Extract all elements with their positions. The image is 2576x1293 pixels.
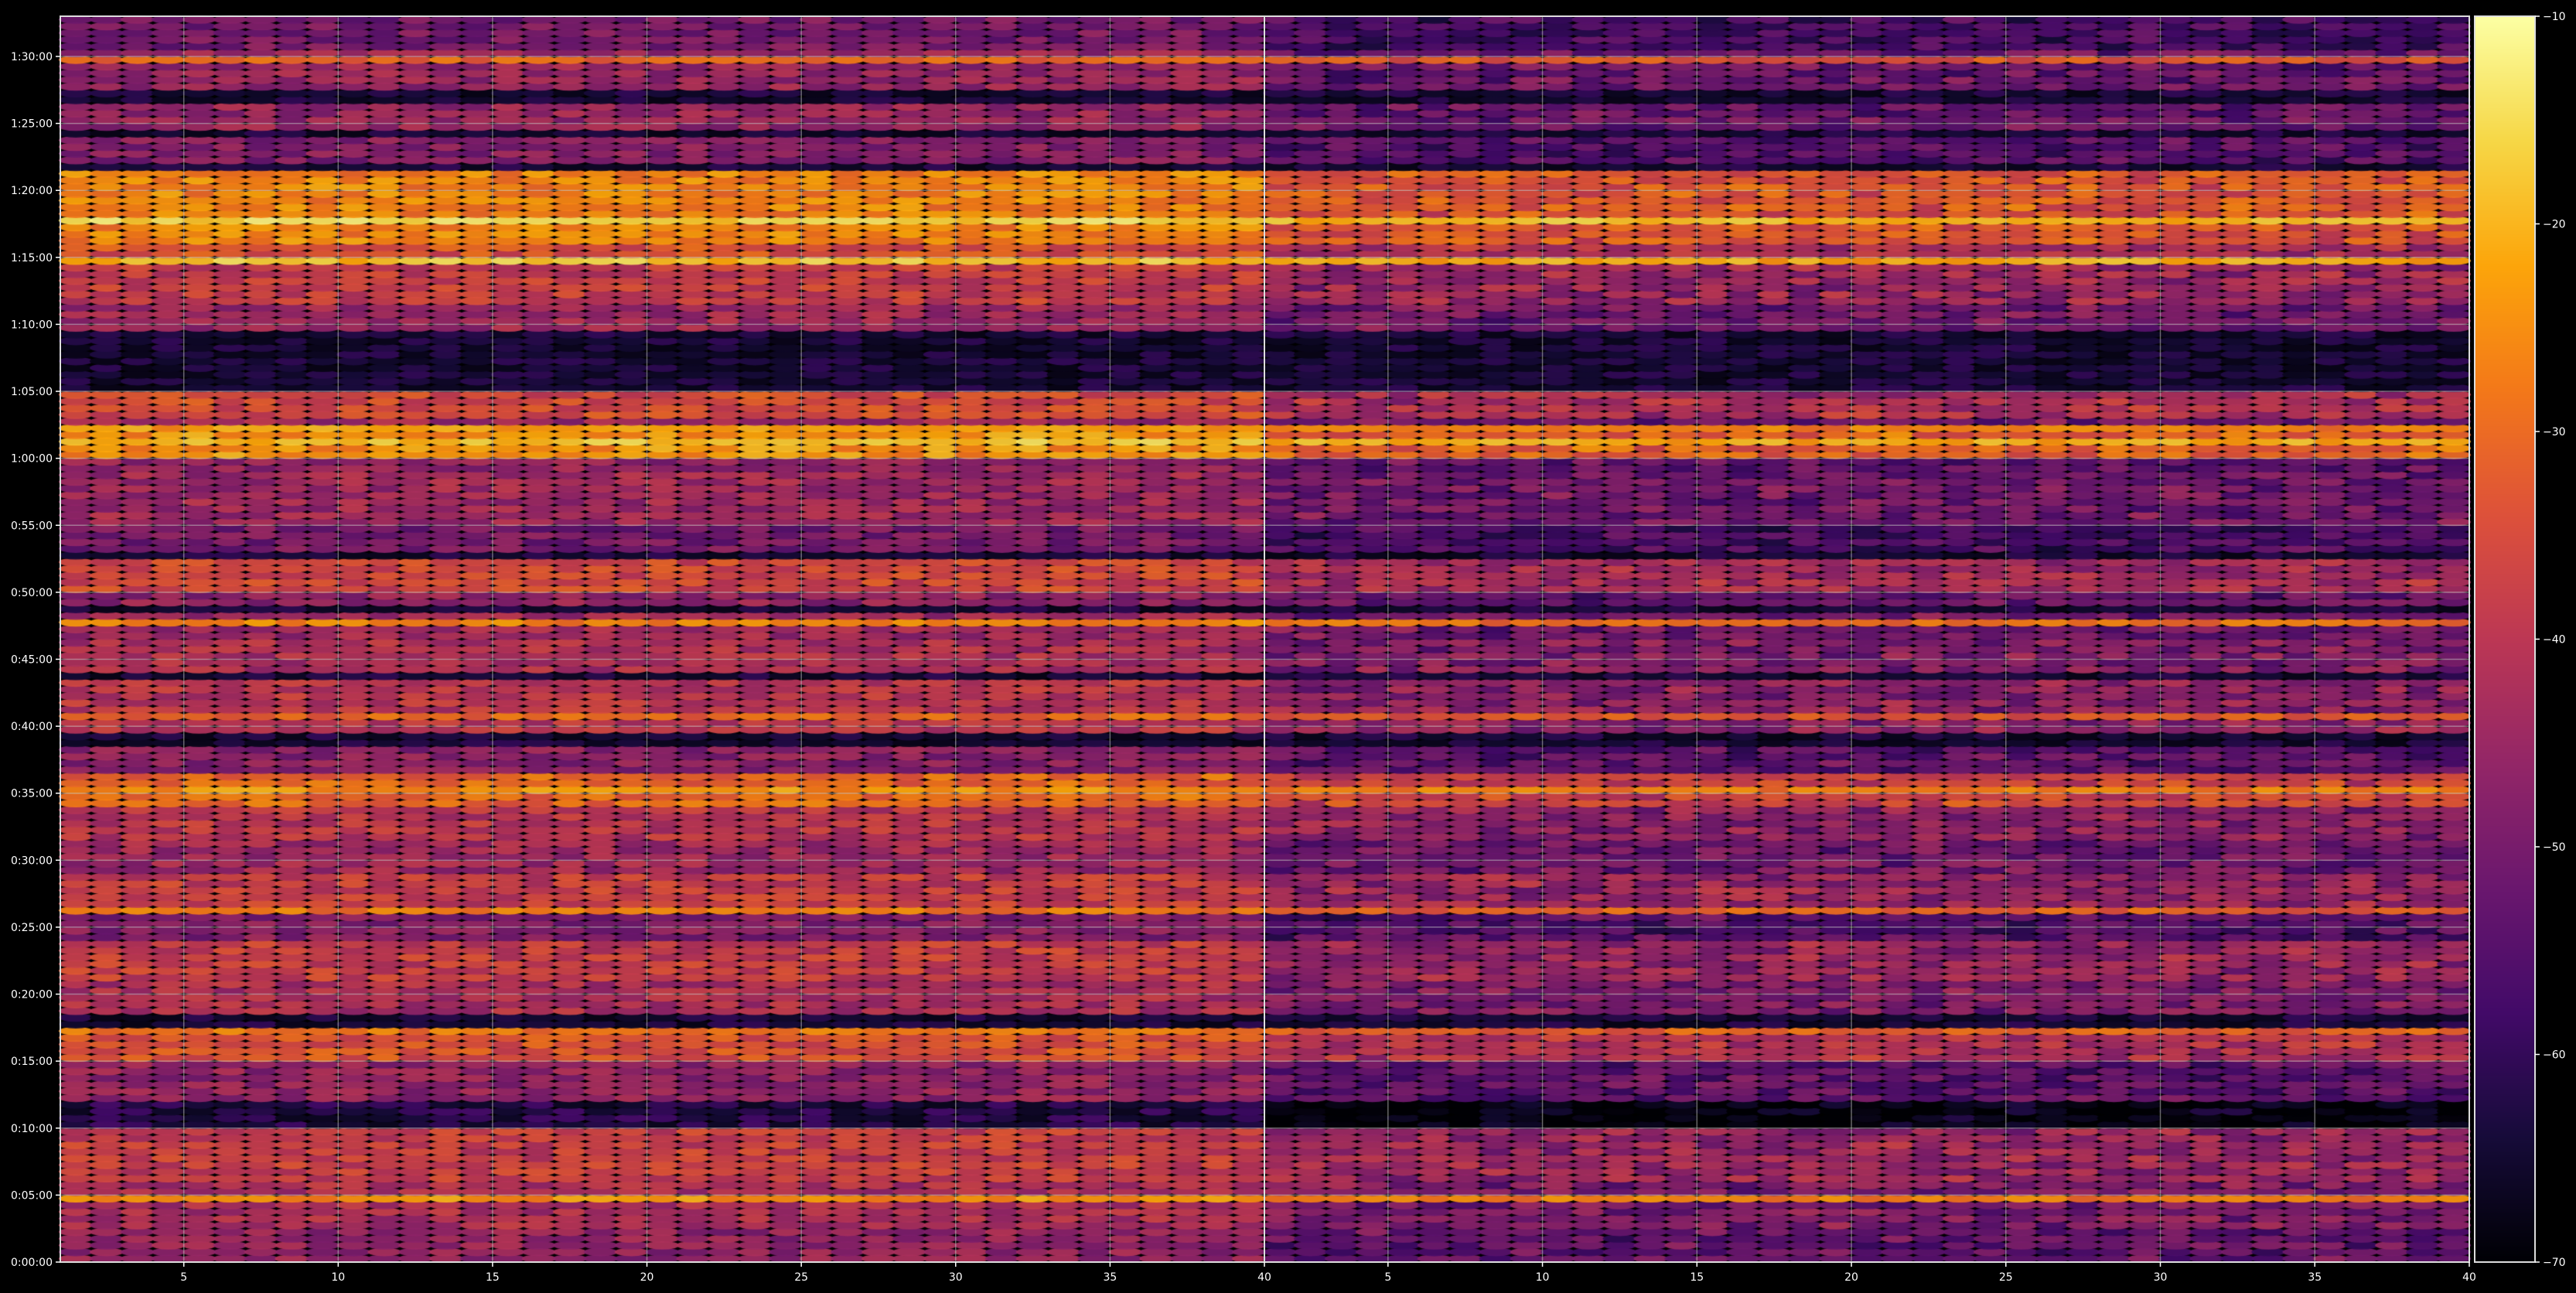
x-tick-label: 35 <box>2308 1271 2322 1284</box>
y-tick-label: 0:15:00 <box>11 1056 53 1068</box>
y-tick-label: 1:30:00 <box>11 51 53 63</box>
x-tick-label: 25 <box>794 1271 808 1284</box>
colorbar-frame <box>2474 15 2536 1263</box>
panel-frame <box>60 15 1265 1263</box>
x-tick-label: 20 <box>640 1271 654 1284</box>
y-tick-label: 0:40:00 <box>11 721 53 733</box>
colorbar-tick-label: −50 <box>2543 841 2566 854</box>
x-tick-label: 20 <box>1844 1271 1858 1284</box>
y-tick-label: 0:10:00 <box>11 1123 53 1135</box>
x-tick-label: 40 <box>2462 1271 2476 1284</box>
y-tick-label: 1:15:00 <box>11 252 53 264</box>
y-tick-label: 1:25:00 <box>11 118 53 131</box>
y-tick-label: 0:20:00 <box>11 989 53 1001</box>
colorbar-tick-label: −60 <box>2543 1049 2566 1062</box>
colorbar-tick-label: −30 <box>2543 426 2566 438</box>
x-axis-ticks: 5 10 15 20 25 30 35 40 5 10 15 20 25 30 35 40 <box>180 1262 2476 1284</box>
x-tick-label: 35 <box>1103 1271 1117 1284</box>
x-tick-label: 25 <box>1999 1271 2013 1284</box>
colorbar: −10 −20 −30 −40 −50 −60 −70 <box>2474 11 2566 1269</box>
y-tick-label: 0:55:00 <box>11 520 53 532</box>
x-tick-label: 40 <box>1257 1271 1271 1284</box>
colorbar-tick-label: −10 <box>2543 11 2566 23</box>
colorbar-tick-label: −70 <box>2543 1257 2566 1269</box>
x-tick-label: 15 <box>486 1271 500 1284</box>
y-tick-label: 0:05:00 <box>11 1189 53 1202</box>
colorbar-tick-label: −40 <box>2543 634 2566 646</box>
y-tick-label: 0:00:00 <box>11 1257 53 1269</box>
x-tick-label: 5 <box>1384 1271 1391 1284</box>
panel-frame <box>1264 15 2470 1263</box>
y-tick-label: 1:00:00 <box>11 453 53 466</box>
chart-figure: 0:00:00 0:05:00 0:10:00 0:15:00 0:20:00 0:25:… <box>11 11 2566 1284</box>
y-tick-label: 1:05:00 <box>11 386 53 398</box>
x-tick-label: 30 <box>949 1271 963 1284</box>
colorbar-tick-label: −20 <box>2543 219 2566 231</box>
y-tick-label: 0:30:00 <box>11 855 53 867</box>
x-tick-label: 5 <box>180 1271 187 1284</box>
y-tick-label: 0:50:00 <box>11 587 53 599</box>
y-axis-ticks: 0:00:00 0:05:00 0:10:00 0:15:00 0:20:00 0:25:… <box>11 51 60 1269</box>
y-tick-label: 1:10:00 <box>11 319 53 331</box>
y-tick-label: 0:25:00 <box>11 922 53 934</box>
y-tick-label: 1:20:00 <box>11 185 53 197</box>
x-tick-label: 30 <box>2154 1271 2168 1284</box>
y-tick-label: 0:35:00 <box>11 788 53 800</box>
x-tick-label: 10 <box>331 1271 345 1284</box>
y-tick-label: 0:45:00 <box>11 653 53 666</box>
x-tick-label: 10 <box>1536 1271 1550 1284</box>
axes-frames <box>60 15 2470 1263</box>
x-tick-label: 15 <box>1690 1271 1704 1284</box>
